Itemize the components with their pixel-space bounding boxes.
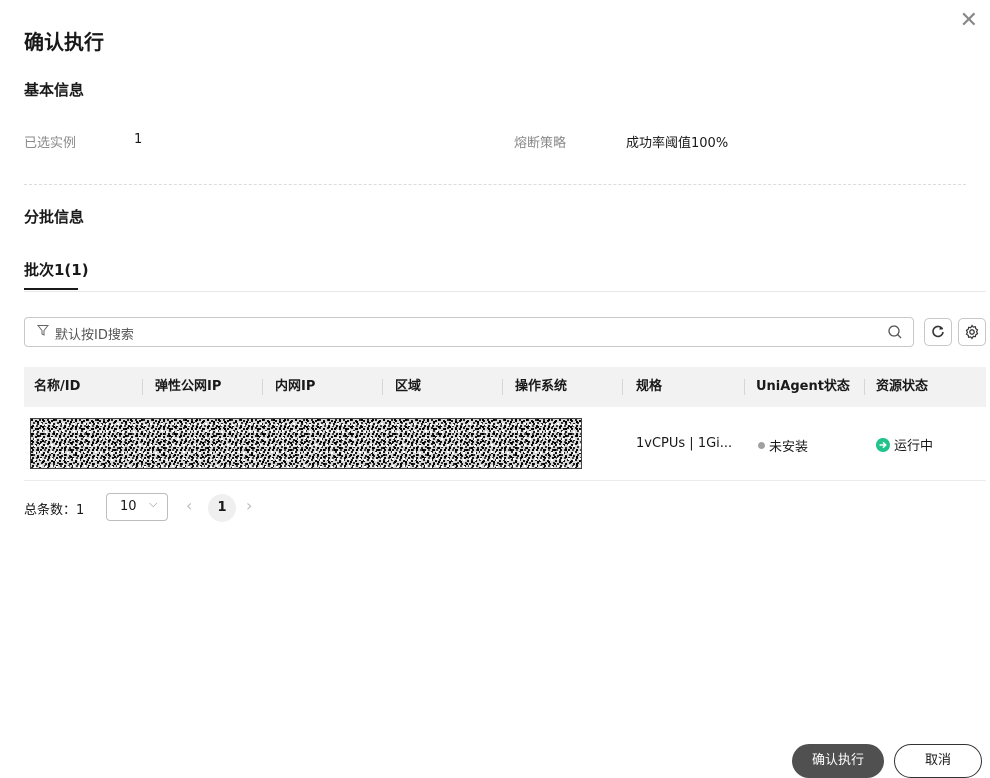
spec-cell: 1vCPUs | 1Gi... <box>636 436 733 451</box>
status-dot-icon <box>758 442 765 449</box>
chevron-down-icon: ⌵ <box>149 497 158 510</box>
row-divider <box>24 480 986 481</box>
active-tab-indicator <box>24 288 78 290</box>
uniagent-status-cell: 未安装 <box>758 436 808 455</box>
total-count: 总条数：1 <box>24 499 84 518</box>
refresh-icon <box>932 325 944 338</box>
tab-batch-1[interactable]: 批次1(1) <box>24 259 89 280</box>
search-input[interactable]: 默认按ID搜索 <box>24 317 914 347</box>
redacted-cells <box>30 418 582 469</box>
page-size-value: 10 <box>120 499 137 514</box>
selected-instances-value: 1 <box>134 132 143 147</box>
resource-status-text: 运行中 <box>894 439 934 454</box>
column-header-eip[interactable]: 弹性公网IP <box>155 367 221 407</box>
column-header-name-id[interactable]: 名称/ID <box>34 367 80 407</box>
selected-instances-label: 已选实例 <box>24 136 77 151</box>
column-header-os[interactable]: 操作系统 <box>515 367 567 407</box>
search-placeholder: 默认按ID搜索 <box>55 328 134 343</box>
column-header-spec[interactable]: 规格 <box>636 367 662 407</box>
resource-status-cell: 运行中 <box>876 435 933 454</box>
uniagent-status-text: 未安装 <box>769 440 809 455</box>
previous-page-icon[interactable]: ‹ <box>186 496 192 515</box>
tab-bar-underline <box>24 291 986 292</box>
page-size-select[interactable]: 10 ⌵ <box>106 493 168 521</box>
running-status-icon <box>876 437 890 452</box>
search-icon[interactable] <box>887 324 903 344</box>
column-header-resource-status[interactable]: 资源状态 <box>876 367 928 407</box>
basic-info-title: 基本信息 <box>24 81 85 99</box>
batch-info-title: 分批信息 <box>24 208 85 226</box>
page-1-button[interactable]: 1 <box>208 494 236 522</box>
close-icon[interactable]: ✕ <box>960 10 978 32</box>
column-header-region[interactable]: 区域 <box>395 367 421 407</box>
gear-icon <box>965 324 979 340</box>
cancel-button[interactable]: 取消 <box>894 744 982 778</box>
confirm-button[interactable]: 确认执行 <box>792 744 884 778</box>
filter-icon <box>36 324 50 339</box>
total-label: 总条数： <box>24 503 77 518</box>
circuit-breaker-value: 成功率阈值100% <box>626 136 729 151</box>
next-page-icon[interactable]: › <box>246 496 252 515</box>
dialog-title: 确认执行 <box>24 30 104 54</box>
settings-button[interactable] <box>958 318 986 346</box>
section-divider <box>24 184 966 185</box>
circuit-breaker-label: 熔断策略 <box>514 136 567 151</box>
refresh-button[interactable] <box>924 318 952 346</box>
column-header-uniagent-status[interactable]: UniAgent状态 <box>756 367 850 407</box>
column-header-private-ip[interactable]: 内网IP <box>275 367 315 407</box>
table-header: 名称/ID 弹性公网IP 内网IP 区域 操作系统 规格 UniAgent状态 … <box>24 367 986 407</box>
total-value: 1 <box>76 503 85 518</box>
